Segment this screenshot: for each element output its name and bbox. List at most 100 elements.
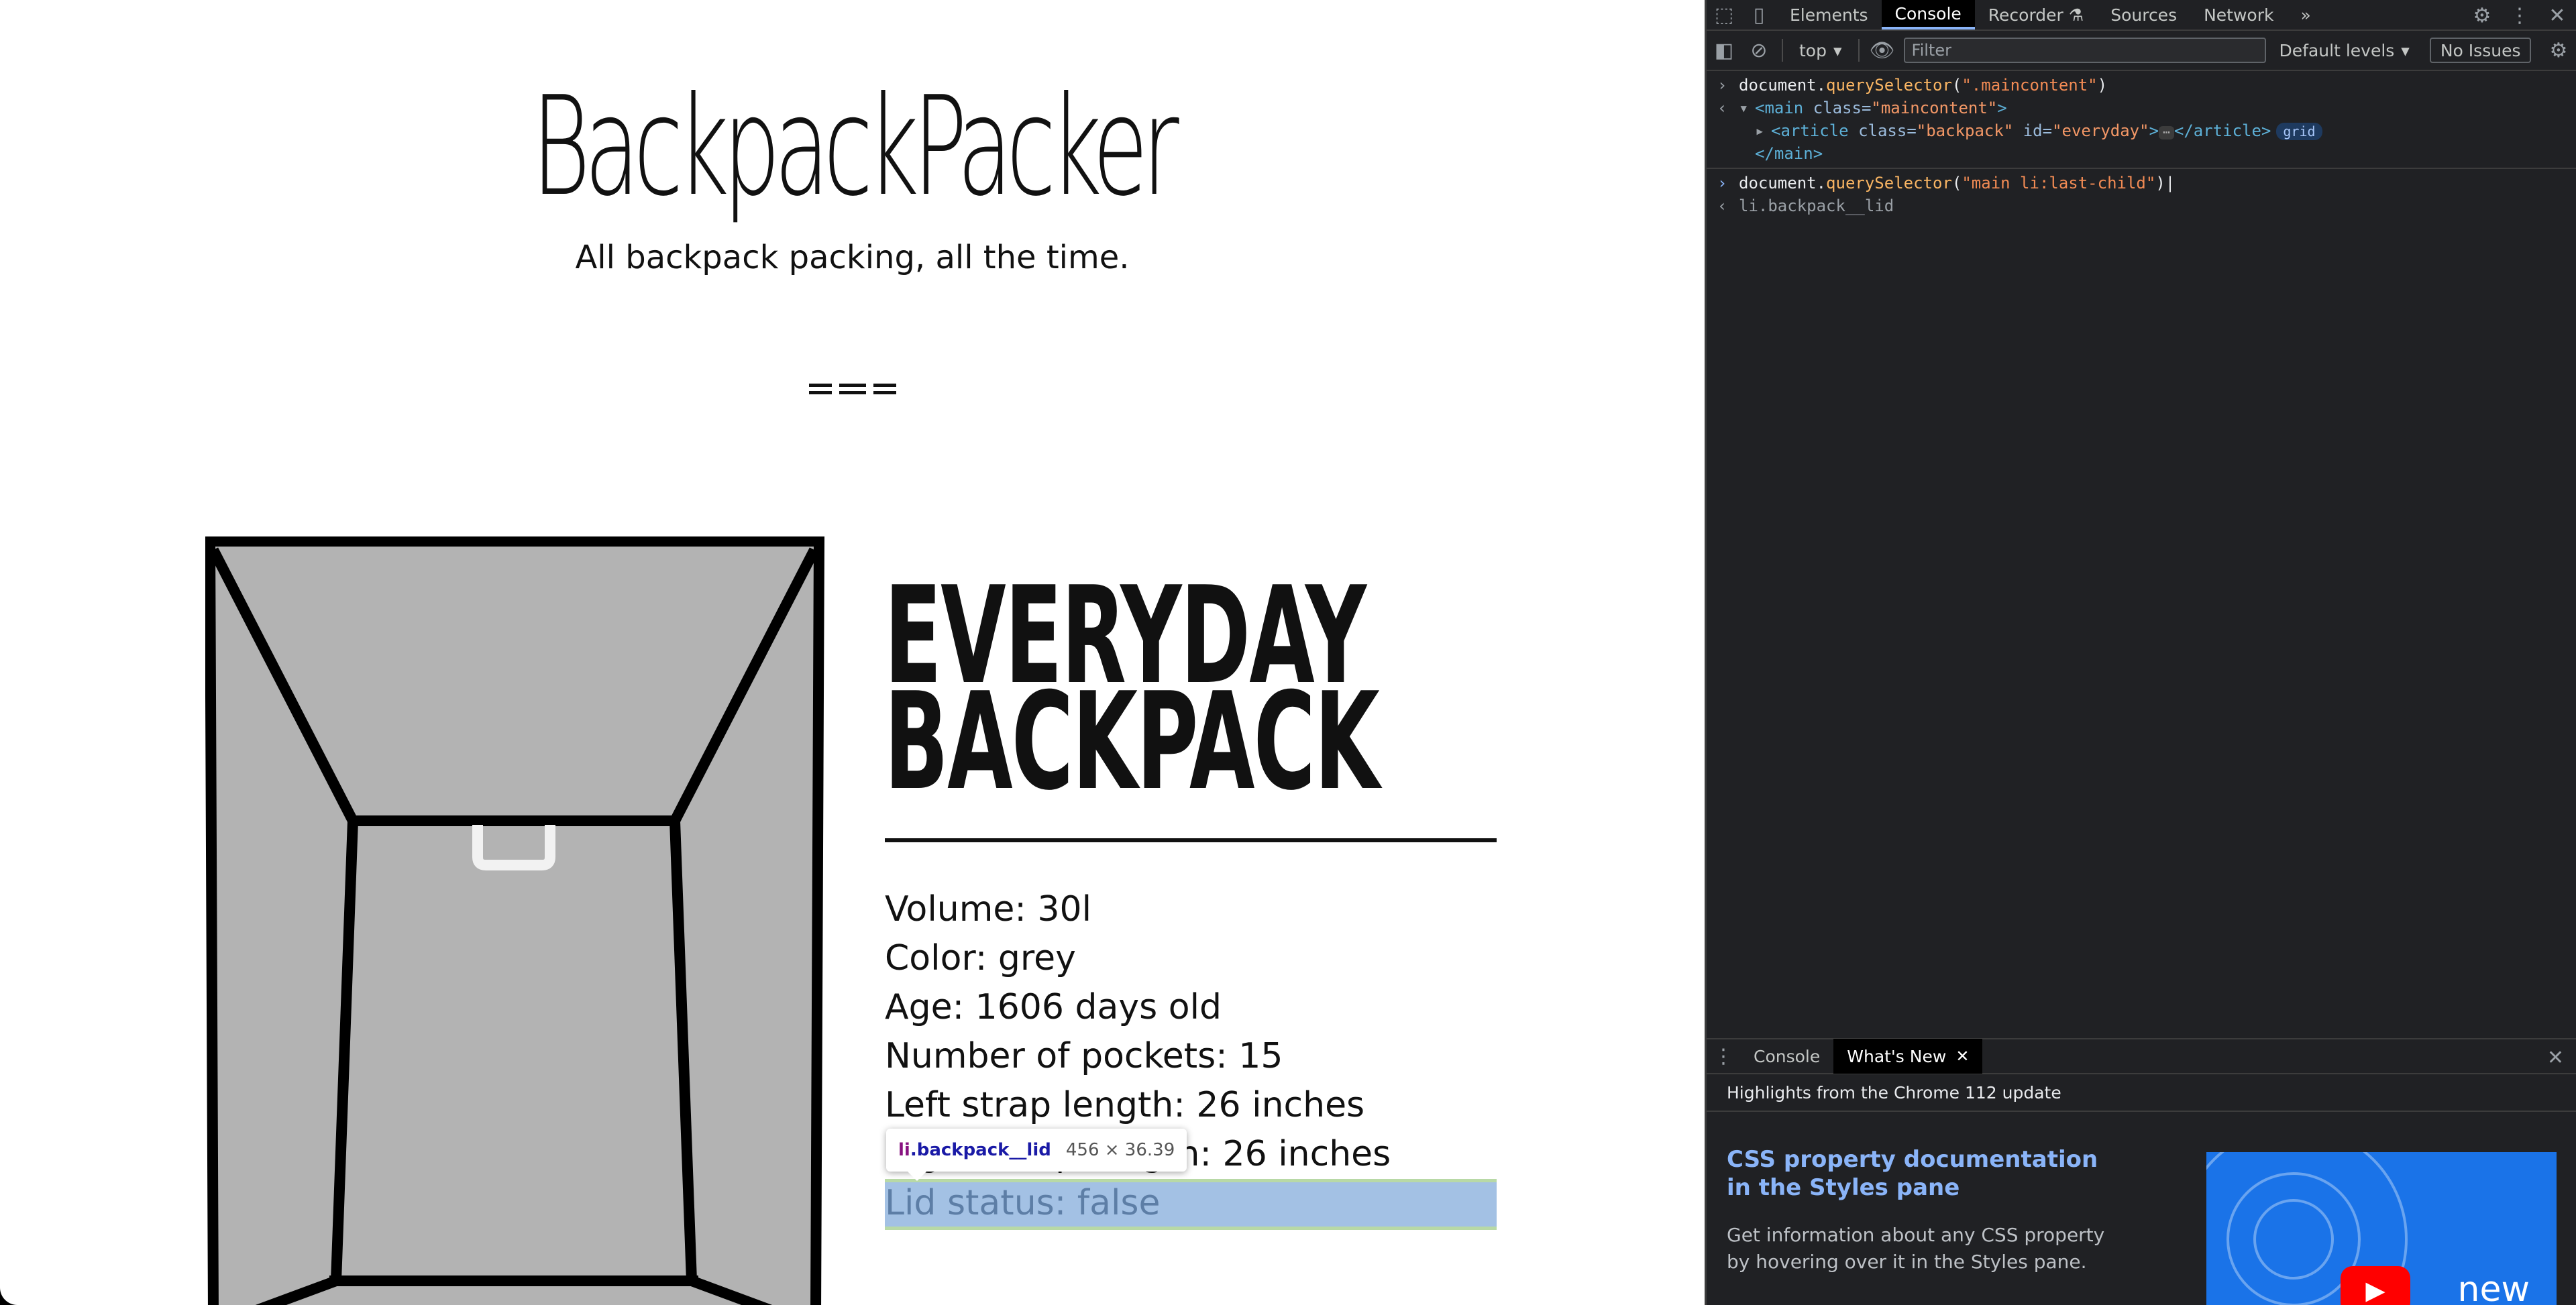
- console-entry: › document.querySelector("main li:last-c…: [1707, 169, 2576, 220]
- console-filter-input[interactable]: [1903, 38, 2266, 63]
- code-token: class: [1813, 99, 1862, 117]
- console-result-main[interactable]: ‹ ▾ <main class="maincontent">: [1717, 97, 2576, 119]
- site-tagline: All backpack packing, all the time.: [575, 239, 1130, 276]
- site-title: BackpackPacker: [531, 68, 1179, 227]
- list-item-lid: Lid status: false: [885, 1183, 1161, 1223]
- drawer-tab-whats-new[interactable]: What's New ✕: [1833, 1039, 1983, 1074]
- code-token: querySelector: [1826, 76, 1952, 95]
- ellipsis-icon[interactable]: ⋯: [2159, 126, 2174, 139]
- console-log: › document.querySelector(".maincontent")…: [1707, 71, 2576, 220]
- eager-eval-result: li.backpack__lid: [1739, 196, 1894, 215]
- close-icon[interactable]: ✕: [2538, 4, 2576, 27]
- console-result-article[interactable]: ▸ <article class="backpack" id="everyday"…: [1739, 119, 2576, 142]
- kebab-menu-icon[interactable]: ⋮: [2501, 4, 2538, 27]
- code-punct: >: [1997, 99, 2007, 117]
- dropdown-arrow-icon: ▾: [2401, 40, 2410, 60]
- console-settings-gear-icon[interactable]: ⚙: [2541, 39, 2576, 62]
- live-expression-eye-icon[interactable]: 👁: [1865, 39, 1900, 62]
- menu-dash-icon: [873, 382, 896, 396]
- code-token: article: [1780, 121, 1849, 140]
- code-token: "main li:last-child": [1962, 174, 2156, 192]
- whats-new-card-title[interactable]: CSS property documentation in the Styles…: [1727, 1145, 2129, 1202]
- devtools-panel: ⬚ ▯ Elements Console Recorder ⚗ Sources …: [1705, 0, 2576, 1305]
- close-drawer-icon[interactable]: ✕: [2547, 1046, 2564, 1070]
- code-punct: <: [1771, 121, 1781, 140]
- issues-button[interactable]: No Issues: [2429, 38, 2532, 63]
- thumbnail-label: new: [2457, 1269, 2530, 1305]
- device-toolbar-icon[interactable]: ▯: [1741, 0, 1776, 30]
- whats-new-card-description: Get information about any CSS property b…: [1727, 1224, 2105, 1273]
- console-input-line[interactable]: › document.querySelector("main li:last-c…: [1717, 172, 2576, 194]
- clear-console-icon[interactable]: ⊘: [1741, 39, 1776, 62]
- list-item: Left strap length: 26 inches: [885, 1085, 1365, 1125]
- code-punct: >: [2149, 121, 2159, 140]
- tab-recorder-label: Recorder: [1988, 5, 2063, 25]
- drawer-tab-console[interactable]: Console: [1740, 1039, 1833, 1074]
- devtools-drawer: ⋮ Console What's New ✕ ✕ Highlights from …: [1707, 1038, 2576, 1305]
- context-selector[interactable]: top ▾: [1788, 41, 1853, 60]
- tab-network[interactable]: Network: [2190, 0, 2287, 30]
- code-punct: (: [1951, 174, 1962, 192]
- code-token: "maincontent": [1871, 99, 1998, 117]
- code-token: "backpack": [1916, 121, 2014, 140]
- code-token: main: [1764, 99, 1804, 117]
- settings-gear-icon[interactable]: ⚙: [2463, 4, 2501, 27]
- video-thumbnail[interactable]: ▶ new: [2206, 1152, 2557, 1305]
- tab-sources[interactable]: Sources: [2097, 0, 2190, 30]
- title-divider: [885, 838, 1497, 842]
- whats-new-card[interactable]: CSS property documentation in the Styles…: [1707, 1112, 2576, 1305]
- code-punct: (: [1951, 76, 1962, 95]
- toolbar-separator: [1782, 39, 1783, 62]
- code-punct: ): [2155, 174, 2165, 192]
- input-prompt-icon: ›: [1717, 76, 1727, 95]
- backpack-properties-list: Volume: 30l Color: grey Age: 1606 days o…: [885, 885, 1391, 1228]
- flask-icon: ⚗: [2068, 5, 2084, 25]
- dropdown-arrow-icon: ▾: [1833, 40, 1842, 60]
- code-punct: =: [1861, 99, 1872, 117]
- code-token: document.: [1739, 76, 1827, 95]
- code-token: </article>: [2174, 121, 2271, 140]
- menu-dash-icon: [809, 382, 832, 396]
- code-token: class: [1858, 121, 1907, 140]
- inspect-element-icon[interactable]: ⬚: [1707, 0, 1741, 30]
- tab-console[interactable]: Console: [1881, 0, 1975, 30]
- web-page: BackpackPacker All backpack packing, all…: [0, 0, 1705, 1305]
- code-punct: ): [2097, 76, 2108, 95]
- tab-elements[interactable]: Elements: [1776, 0, 1882, 30]
- whats-new-heading: Highlights from the Chrome 112 update: [1707, 1074, 2576, 1112]
- log-levels-label: Default levels: [2279, 40, 2395, 60]
- console-input-line[interactable]: › document.querySelector(".maincontent"): [1717, 74, 2576, 97]
- code-token: </main>: [1755, 144, 1823, 163]
- inspect-tooltip: li.backpack__lid 456 × 36.39: [886, 1129, 1187, 1181]
- close-tab-icon[interactable]: ✕: [1955, 1047, 1969, 1066]
- tooltip-class: .backpack__lid: [910, 1140, 1051, 1160]
- code-token: id: [2023, 121, 2043, 140]
- result-prompt-icon: ‹: [1717, 99, 1727, 117]
- text-cursor: |: [2165, 174, 2176, 192]
- collapse-triangle-icon[interactable]: ▾: [1739, 97, 1755, 119]
- drawer-menu-icon[interactable]: ⋮: [1707, 1045, 1740, 1068]
- tab-recorder[interactable]: Recorder ⚗: [1975, 0, 2097, 30]
- menu-dash-icon: [839, 382, 866, 396]
- sidebar-toggle-icon[interactable]: ◧: [1707, 39, 1741, 62]
- more-tabs-icon[interactable]: »: [2287, 0, 2324, 30]
- log-levels-dropdown[interactable]: Default levels ▾: [2279, 41, 2410, 60]
- expand-triangle-icon[interactable]: ▸: [1755, 119, 1771, 142]
- code-token: querySelector: [1826, 174, 1952, 192]
- grid-badge[interactable]: grid: [2276, 123, 2322, 140]
- console-entry: › document.querySelector(".maincontent")…: [1707, 71, 2576, 169]
- play-icon[interactable]: ▶: [2341, 1266, 2410, 1305]
- drawer-tab-label: What's New: [1847, 1046, 1947, 1066]
- devtools-tabbar: ⬚ ▯ Elements Console Recorder ⚗ Sources …: [1707, 0, 2576, 31]
- code-punct: =: [2042, 121, 2053, 140]
- tooltip-tag: li: [898, 1140, 910, 1160]
- list-item: Number of pockets: 15: [885, 1036, 1283, 1076]
- code-token: "everyday": [2052, 121, 2149, 140]
- list-item: Color: grey: [885, 938, 1076, 978]
- list-item: Volume: 30l: [885, 889, 1092, 929]
- backpack-illustration: [205, 536, 825, 1305]
- code-token: document.: [1739, 174, 1827, 192]
- input-prompt-icon: ›: [1717, 174, 1727, 192]
- menu-toggle-button[interactable]: [809, 377, 896, 401]
- code-punct: <: [1755, 99, 1765, 117]
